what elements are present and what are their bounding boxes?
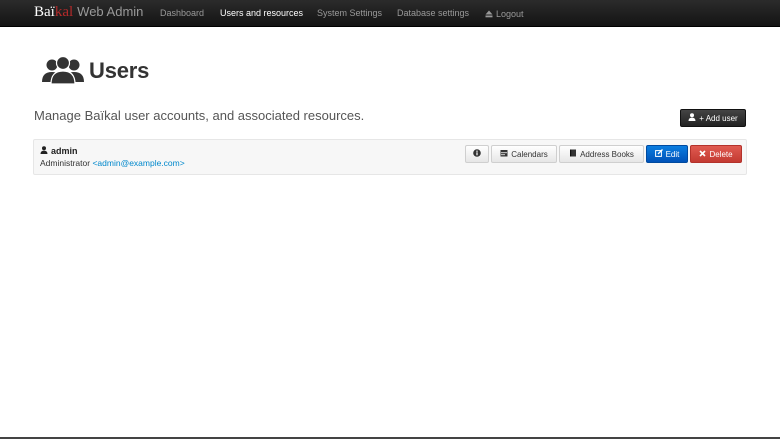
brand-subtitle: Web Admin (77, 4, 144, 19)
add-user-button[interactable]: + Add user (680, 109, 746, 127)
user-info-button[interactable] (465, 145, 489, 163)
user-icon (40, 146, 48, 156)
brand-name-part1: Baï (34, 4, 55, 20)
calendars-button[interactable]: Calendars (491, 145, 557, 163)
calendar-icon (500, 149, 508, 159)
page-header: Users (42, 55, 149, 87)
user-details: Administrator <admin@example.com> (40, 158, 185, 168)
nav-system-settings[interactable]: System Settings (317, 0, 382, 27)
address-books-button[interactable]: Address Books (559, 145, 644, 163)
username: admin (51, 146, 78, 156)
eject-icon (485, 10, 493, 18)
edit-label: Edit (665, 149, 680, 159)
top-navbar: Baï kal Web Admin Dashboard Users and res… (0, 0, 780, 27)
page-title: Users (89, 58, 150, 83)
nav-users-and-resources[interactable]: Users and resources (220, 0, 303, 27)
brand-name-part2: kal (54, 4, 74, 20)
users-icon (42, 56, 84, 86)
page-description: Manage Baïkal user accounts, and associa… (34, 108, 365, 123)
user-email-link[interactable]: <admin@example.com> (92, 158, 184, 168)
calendars-label: Calendars (511, 149, 548, 159)
edit-icon (654, 149, 663, 159)
info-icon (473, 149, 481, 159)
delete-label: Delete (709, 149, 733, 159)
nav-logout[interactable]: Logout (485, 0, 524, 27)
logout-label: Logout (496, 8, 524, 19)
close-icon (699, 149, 707, 159)
nav-dashboard[interactable]: Dashboard (160, 0, 204, 27)
add-user-label: + Add user (699, 113, 738, 123)
user-row: admin Administrator <admin@example.com> … (33, 139, 747, 175)
book-icon (569, 149, 577, 159)
nav-database-settings[interactable]: Database settings (397, 0, 469, 27)
user-icon (688, 113, 696, 123)
delete-user-button[interactable]: Delete (690, 145, 742, 163)
user-display-name: Administrator (40, 158, 91, 168)
user-name-line: admin (40, 146, 78, 156)
edit-user-button[interactable]: Edit (646, 145, 688, 163)
brand-logo[interactable]: Baï kal Web Admin (34, 4, 143, 23)
address-books-label: Address Books (580, 149, 634, 159)
